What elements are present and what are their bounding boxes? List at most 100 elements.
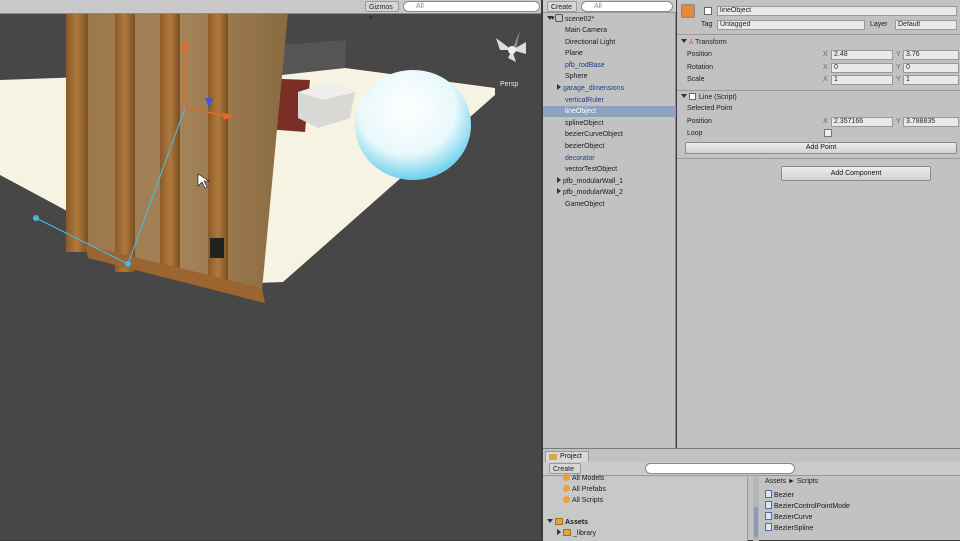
- expand-arrow-icon[interactable]: [557, 84, 561, 90]
- hierarchy-item[interactable]: verticalRuler: [543, 95, 676, 106]
- favorite-item[interactable]: All Prefabs: [563, 485, 606, 495]
- project-panel: Project Create ▾ All Models All Prefabs Al…: [543, 448, 960, 541]
- hierarchy-item[interactable]: GameObject: [543, 199, 676, 210]
- favorite-label: All Models: [572, 475, 605, 482]
- breadcrumb-scripts[interactable]: Scripts: [797, 478, 818, 485]
- hierarchy-item[interactable]: garage_dimensions: [543, 83, 676, 94]
- object-name-field[interactable]: lineObject: [717, 6, 957, 16]
- hierarchy-item[interactable]: lineObject: [543, 106, 676, 118]
- collapse-arrow-icon[interactable]: [681, 94, 687, 98]
- script-file-item[interactable]: BezierControlPointMode: [765, 501, 850, 511]
- layer-label: Layer: [870, 21, 888, 28]
- project-content: Assets ► Scripts Bezier BezierControlPoin…: [751, 477, 960, 541]
- transform-row-label: Rotation: [687, 63, 714, 71]
- loop-checkbox[interactable]: [824, 129, 832, 137]
- hierarchy-item[interactable]: pfb_rodBase: [543, 60, 676, 71]
- expand-arrow-icon[interactable]: [557, 176, 561, 183]
- script-enabled-checkbox[interactable]: [689, 93, 696, 100]
- transform-x-field[interactable]: 0: [831, 62, 893, 73]
- favorite-item[interactable]: All Models: [563, 474, 604, 484]
- search-filter-icon: [563, 485, 570, 492]
- hierarchy-item-label: decorator: [565, 154, 595, 162]
- persp-label[interactable]: Persp: [500, 81, 518, 88]
- add-component-button[interactable]: Add Component: [781, 166, 931, 181]
- script-file-item[interactable]: Bezier: [765, 490, 794, 500]
- favorite-label: All Prefabs: [572, 486, 606, 493]
- scene-view[interactable]: Persp: [0, 0, 541, 540]
- point-x-field[interactable]: 2.357166: [831, 117, 893, 127]
- project-search-input[interactable]: [645, 463, 795, 474]
- hierarchy-item-label: bezierObject: [565, 143, 605, 150]
- y-axis-label: Y: [896, 63, 901, 71]
- hierarchy-item[interactable]: splineObject: [543, 118, 676, 129]
- point-x-axis-label: X: [823, 118, 828, 125]
- scene-canvas[interactable]: [0, 0, 541, 540]
- breadcrumb-assets[interactable]: Assets: [765, 478, 786, 485]
- search-filter-icon: [563, 474, 570, 481]
- script-file-label: BezierControlPointMode: [774, 503, 850, 510]
- hierarchy-item[interactable]: decorator: [543, 153, 676, 164]
- hierarchy-item-label: Sphere: [565, 73, 588, 81]
- transform-x-field[interactable]: 1: [831, 75, 893, 85]
- hierarchy-panel: Create ▾ All scene02* Main Camera Directi…: [543, 0, 676, 448]
- tag-dropdown[interactable]: Untagged: [717, 20, 865, 30]
- hierarchy-item-label: Directional Light: [565, 38, 616, 46]
- hierarchy-item-label: verticalRuler: [565, 96, 604, 104]
- transform-header[interactable]: ⅄ Transform: [681, 38, 727, 46]
- x-axis-label: X: [823, 76, 828, 83]
- hierarchy-item[interactable]: Plane: [543, 48, 676, 59]
- hierarchy-item[interactable]: pfb_modularWall_1: [543, 176, 676, 187]
- tag-label: Tag: [701, 21, 713, 28]
- line-script-header[interactable]: Line (Script): [681, 93, 737, 101]
- y-axis-label: Y: [896, 51, 901, 58]
- expand-arrow-icon[interactable]: [547, 16, 553, 20]
- transform-y-field[interactable]: 1: [903, 75, 959, 85]
- hierarchy-item-label: Plane: [565, 50, 583, 58]
- script-file-item[interactable]: BezierSpline: [765, 523, 813, 533]
- script-file-label: Bezier: [774, 492, 794, 499]
- loop-label: Loop: [687, 130, 703, 137]
- hierarchy-scene-root[interactable]: scene02*: [543, 14, 676, 25]
- divider: [677, 34, 960, 35]
- hierarchy-item-label: Main Camera: [565, 27, 608, 34]
- collapse-arrow-icon[interactable]: [681, 39, 687, 43]
- hierarchy-item[interactable]: vectorTestObject: [543, 164, 676, 175]
- project-tree: All Models All Prefabs All Scripts Assets …: [543, 474, 748, 541]
- script-file-icon: [765, 512, 772, 520]
- script-file-icon: [765, 523, 772, 531]
- tree-library-folder[interactable]: _library: [557, 529, 596, 539]
- hierarchy-create-button[interactable]: Create ▾: [547, 1, 577, 22]
- script-file-label: BezierCurve: [774, 514, 813, 521]
- point-position-label: Position: [687, 118, 712, 125]
- script-file-item[interactable]: BezierCurve: [765, 512, 813, 522]
- add-point-button[interactable]: Add Point: [685, 142, 957, 154]
- transform-x-field[interactable]: 2.48: [831, 50, 893, 60]
- layer-dropdown[interactable]: Default: [895, 20, 957, 30]
- hierarchy-item[interactable]: Sphere: [543, 71, 676, 82]
- scrollbar[interactable]: [753, 477, 759, 541]
- hierarchy-item[interactable]: bezierObject: [543, 141, 676, 152]
- expand-arrow-icon[interactable]: [557, 529, 561, 535]
- favorite-label: All Scripts: [572, 497, 604, 504]
- gizmos-dropdown[interactable]: Gizmos ▾: [365, 1, 399, 22]
- tree-assets-folder[interactable]: Assets: [547, 518, 588, 528]
- hierarchy-item[interactable]: bezierCurveObject: [543, 129, 676, 140]
- hierarchy-item-label: GameObject: [565, 201, 605, 208]
- hierarchy-item[interactable]: Main Camera: [543, 25, 676, 36]
- hierarchy-item[interactable]: pfb_modularWall_2: [543, 187, 676, 198]
- expand-arrow-icon[interactable]: [557, 188, 561, 195]
- scrollbar-thumb[interactable]: [754, 507, 758, 537]
- hierarchy-search-input[interactable]: All: [581, 1, 673, 12]
- tab-project[interactable]: Project: [545, 451, 589, 462]
- active-checkbox[interactable]: [704, 7, 712, 15]
- scene-name: scene02*: [565, 16, 595, 23]
- expand-arrow-icon[interactable]: [547, 519, 553, 523]
- transform-y-field[interactable]: 0: [903, 62, 959, 73]
- point-y-field[interactable]: 3.788835: [903, 117, 959, 127]
- hierarchy-item-label: garage_dimensions: [563, 85, 625, 92]
- project-create-button[interactable]: Create ▾: [549, 463, 581, 484]
- transform-y-field[interactable]: 3.76: [903, 50, 959, 60]
- favorite-item[interactable]: All Scripts: [563, 496, 603, 506]
- hierarchy-item[interactable]: Directional Light: [543, 37, 676, 48]
- scene-search-input[interactable]: All: [403, 1, 540, 12]
